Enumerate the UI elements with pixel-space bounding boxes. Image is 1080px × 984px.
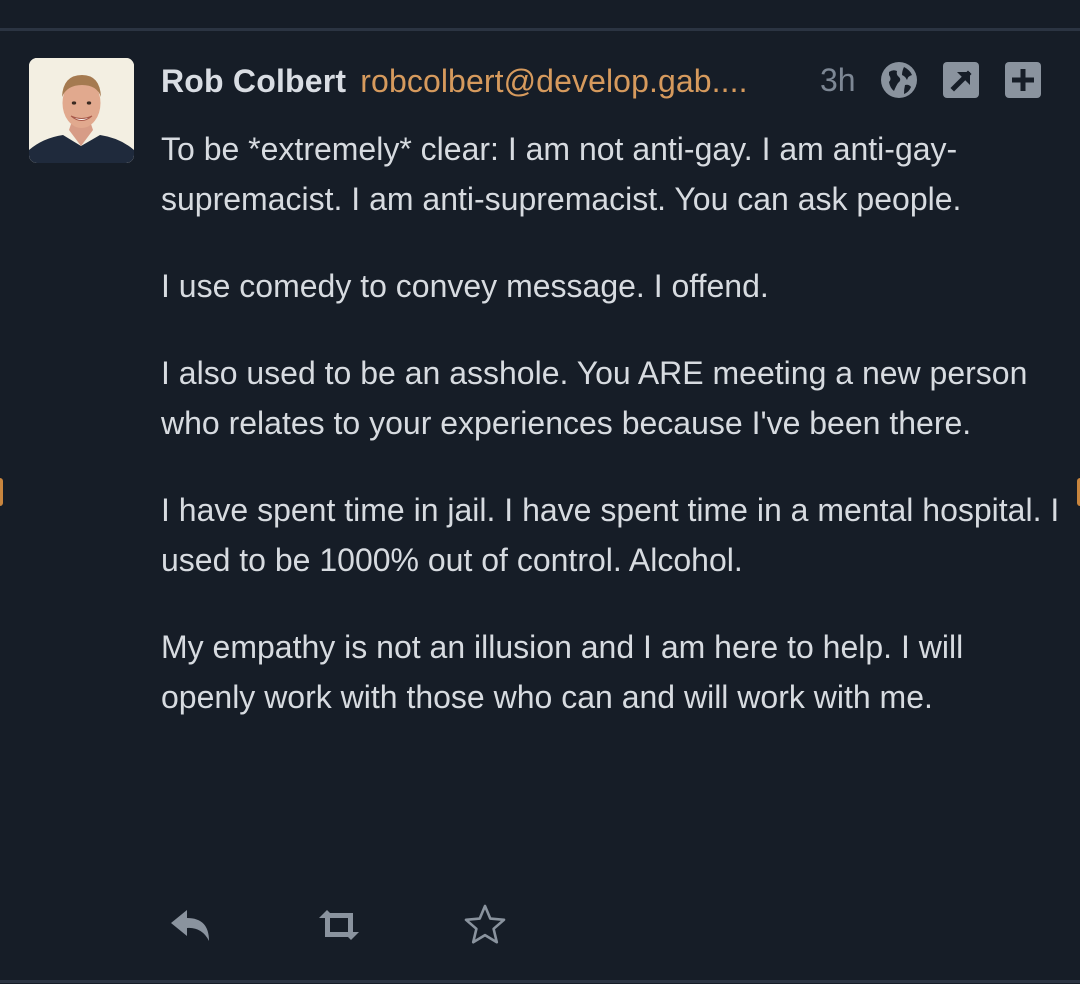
favourite-icon[interactable] bbox=[461, 901, 509, 949]
relative-time[interactable]: 3h bbox=[820, 60, 856, 100]
avatar-image bbox=[29, 58, 134, 163]
paragraph: My empathy is not an illusion and I am h… bbox=[161, 629, 964, 715]
boost-icon[interactable] bbox=[315, 901, 363, 949]
status-header: Rob Colbert robcolbert@develop.gab.... bbox=[161, 58, 748, 104]
paragraph: I use comedy to convey message. I offend… bbox=[161, 268, 769, 304]
paragraph: To be *extremely* clear: I am not anti-g… bbox=[161, 131, 962, 217]
paragraph: I also used to be an asshole. You ARE me… bbox=[161, 355, 1028, 441]
avatar[interactable] bbox=[29, 58, 134, 163]
bottom-divider bbox=[0, 980, 1080, 983]
left-edge-indicator bbox=[0, 478, 3, 506]
expand-icon[interactable] bbox=[1004, 61, 1042, 99]
display-name[interactable]: Rob Colbert bbox=[161, 63, 346, 100]
external-link-icon[interactable] bbox=[942, 61, 980, 99]
globe-icon bbox=[880, 61, 918, 99]
top-divider bbox=[0, 28, 1080, 31]
reply-icon[interactable] bbox=[167, 901, 215, 949]
status-content: To be *extremely* clear: I am not anti-g… bbox=[161, 124, 1061, 759]
status-post: Rob Colbert robcolbert@develop.gab.... 3… bbox=[0, 0, 1080, 984]
paragraph: I have spent time in jail. I have spent … bbox=[161, 492, 1060, 578]
account-handle[interactable]: robcolbert@develop.gab.... bbox=[360, 63, 747, 100]
